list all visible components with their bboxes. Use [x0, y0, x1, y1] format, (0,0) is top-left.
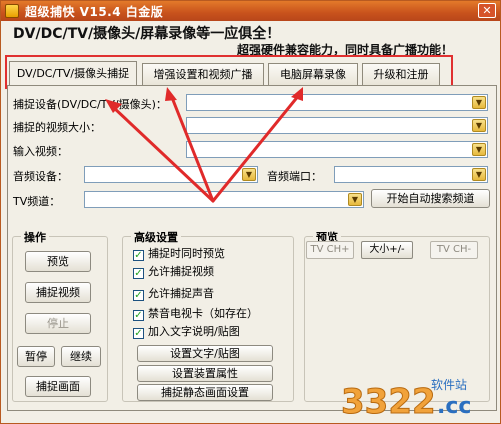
advanced-settings-group: 高级设置 ✓ 捕捉时同时预览 ✓ 允许捕捉视频 ✓ 允许捕捉声音 ✓ 禁音电视卡（如存在…: [122, 229, 294, 402]
pause-button[interactable]: 暂停: [17, 346, 55, 367]
capture-video-button[interactable]: 捕捉视频: [25, 282, 91, 303]
tab-highlight-box: [5, 55, 453, 89]
option-allow-video[interactable]: ✓ 允许捕捉视频: [133, 265, 214, 279]
option-add-text-overlay[interactable]: ✓ 加入文字说明/贴图: [133, 325, 240, 339]
checkbox-checked-icon: ✓: [133, 328, 144, 339]
tv-channel-select[interactable]: ▼: [84, 191, 364, 208]
tv-channel-label: TV频道：: [13, 195, 61, 208]
app-logo-icon: [5, 4, 19, 18]
audio-device-select[interactable]: ▼: [84, 166, 258, 183]
capture-image-button[interactable]: 捕捉画面: [25, 376, 91, 397]
chevron-down-icon: ▼: [472, 168, 486, 181]
capture-device-select[interactable]: ▼: [186, 94, 488, 111]
option-mute-tv-card[interactable]: ✓ 禁音电视卡（如存在）: [133, 307, 258, 321]
option-preview-while-capturing[interactable]: ✓ 捕捉时同时预览: [133, 247, 225, 261]
checkbox-checked-icon: ✓: [133, 250, 144, 261]
option-label: 禁音电视卡（如存在）: [148, 307, 258, 320]
tv-channel-up-button[interactable]: TV CH+: [306, 241, 354, 259]
auto-search-channels-button[interactable]: 开始自动搜索频道: [371, 189, 490, 208]
stop-button[interactable]: 停止: [25, 313, 91, 334]
option-label: 加入文字说明/贴图: [148, 325, 240, 338]
option-label: 允许捕捉视频: [148, 265, 214, 278]
size-toggle-button[interactable]: 大小+/-: [361, 241, 413, 259]
chevron-down-icon: ▼: [472, 143, 486, 156]
resume-button[interactable]: 继续: [61, 346, 101, 367]
watermark-site: 软件站: [431, 378, 467, 392]
chevron-down-icon: ▼: [472, 119, 486, 132]
title-bar: 超级捕快 V15.4 白金版 ✕: [1, 1, 500, 21]
audio-device-label: 音频设备：: [13, 170, 68, 183]
capture-panel: 捕捉设备(DV/DC/TV/摄像头)： ▼ 捕捉的视频大小： ▼ 输入视频： ▼…: [7, 85, 497, 411]
chevron-down-icon: ▼: [472, 96, 486, 109]
advanced-settings-title: 高级设置: [131, 229, 181, 245]
close-button[interactable]: ✕: [478, 3, 496, 18]
capture-device-label: 捕捉设备(DV/DC/TV/摄像头)：: [13, 98, 167, 111]
tv-channel-down-button[interactable]: TV CH-: [430, 241, 478, 259]
audio-port-label: 音频端口：: [267, 170, 322, 183]
site-watermark-logo: 3322 软件站 .cc: [341, 378, 472, 419]
capture-size-label: 捕捉的视频大小：: [13, 121, 101, 134]
watermark-number: 3322: [341, 382, 436, 419]
still-capture-settings-button[interactable]: 捕捉静态画面设置: [137, 384, 273, 401]
operations-group: 操作 预览 捕捉视频 停止 暂停 继续 捕捉画面: [12, 229, 108, 402]
chevron-down-icon: ▼: [242, 168, 256, 181]
app-window: 超级捕快 V15.4 白金版 ✕ DV/DC/TV/摄像头/屏幕录像等一应俱全！…: [0, 0, 501, 424]
watermark-domain: .cc: [437, 394, 471, 419]
checkbox-checked-icon: ✓: [133, 268, 144, 279]
chevron-down-icon: ▼: [348, 193, 362, 206]
checkbox-checked-icon: ✓: [133, 290, 144, 301]
window-title: 超级捕快 V15.4 白金版: [25, 5, 164, 19]
option-label: 捕捉时同时预览: [148, 247, 225, 260]
option-label: 允许捕捉声音: [148, 287, 214, 300]
audio-port-select[interactable]: ▼: [334, 166, 488, 183]
banner-headline: DV/DC/TV/摄像头/屏幕录像等一应俱全！: [13, 26, 281, 42]
set-text-overlay-button[interactable]: 设置文字/贴图: [137, 345, 273, 362]
capture-size-select[interactable]: ▼: [186, 117, 488, 134]
preview-button[interactable]: 预览: [25, 251, 91, 272]
checkbox-checked-icon: ✓: [133, 310, 144, 321]
input-video-select[interactable]: ▼: [186, 141, 488, 158]
device-properties-button[interactable]: 设置装置属性: [137, 365, 273, 382]
input-video-label: 输入视频：: [13, 145, 68, 158]
option-allow-audio[interactable]: ✓ 允许捕捉声音: [133, 287, 214, 301]
operations-group-title: 操作: [21, 229, 49, 245]
